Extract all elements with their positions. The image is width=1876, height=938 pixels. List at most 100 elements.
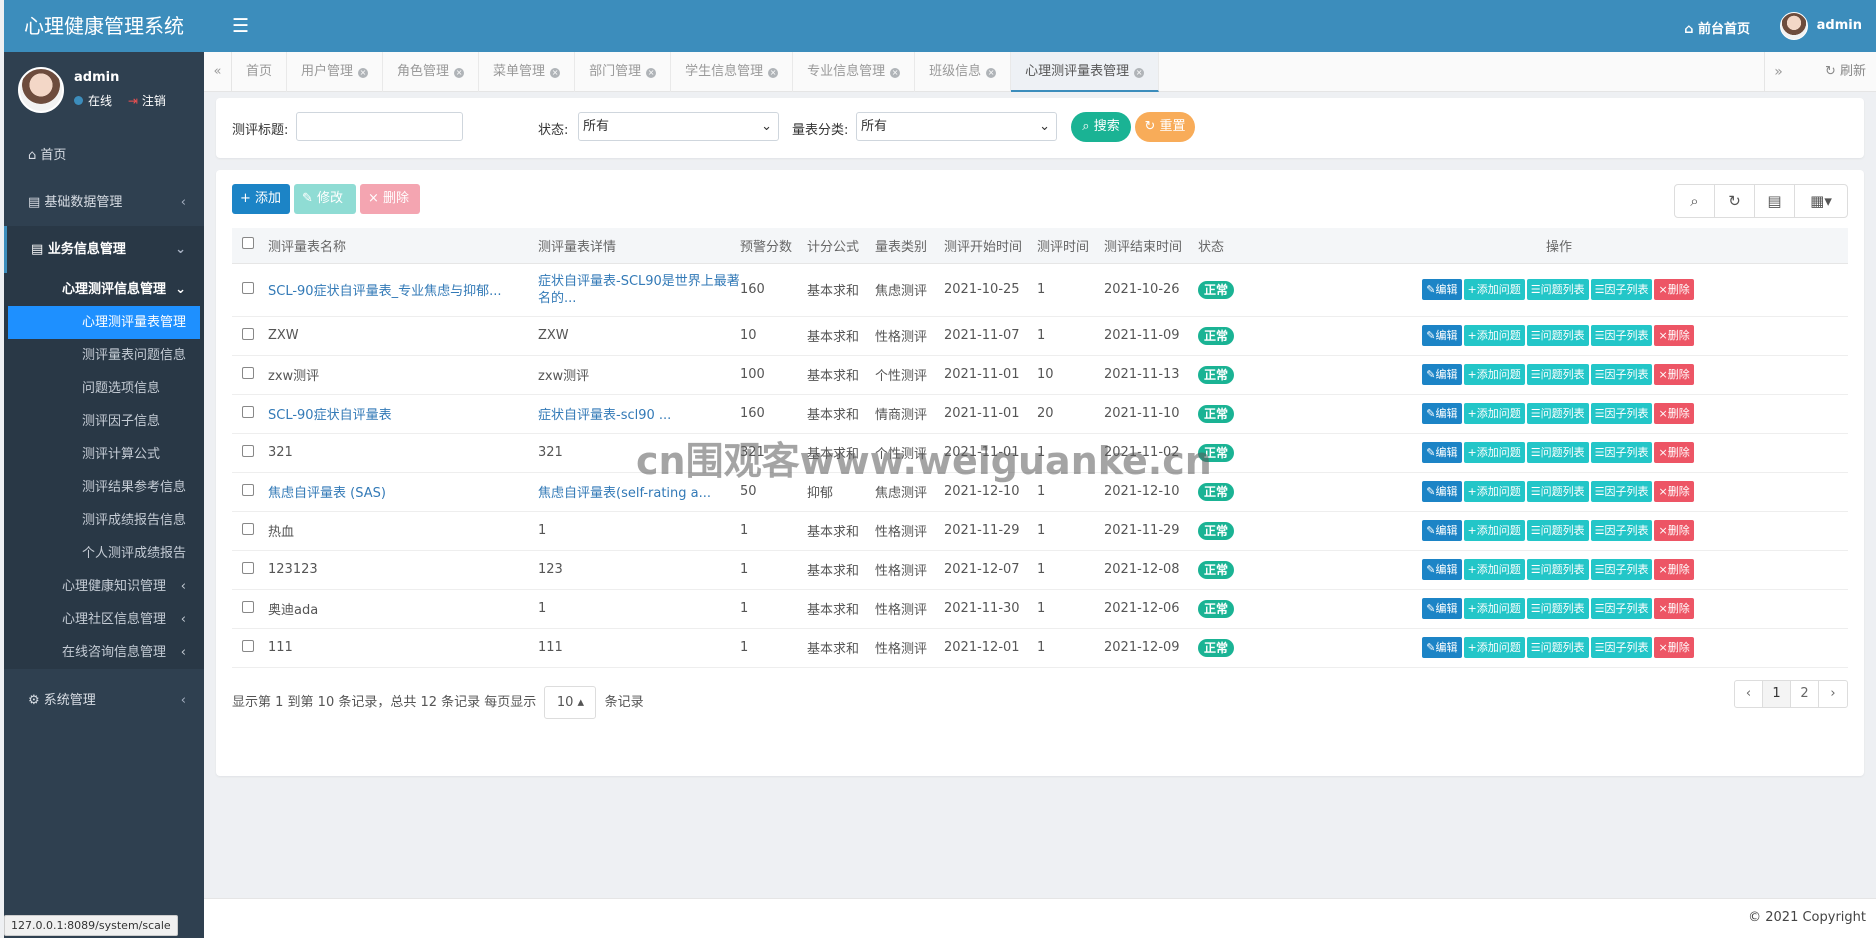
edit-action-button[interactable]: ✎编辑	[1422, 364, 1462, 385]
sidebar-item-personal-reports[interactable]: 个人测评成绩报告	[4, 537, 204, 570]
delete-action-button[interactable]: ×删除	[1654, 520, 1694, 541]
question-list-button[interactable]: ☰问题列表	[1526, 442, 1589, 463]
factor-list-button[interactable]: ☰因子列表	[1590, 325, 1653, 346]
next-page-icon[interactable]: ›	[1819, 681, 1847, 707]
column-header[interactable]: 量表类别	[875, 228, 944, 264]
close-icon[interactable]: ×	[890, 68, 901, 78]
close-icon[interactable]: ×	[454, 68, 465, 78]
row-checkbox-cell[interactable]	[232, 472, 268, 512]
close-icon[interactable]: ×	[986, 68, 997, 78]
factor-list-button[interactable]: ☰因子列表	[1590, 598, 1653, 619]
row-checkbox[interactable]	[242, 639, 254, 652]
tab-major-management[interactable]: 专业信息管理 ×	[793, 52, 916, 92]
column-header[interactable]: 测评时间	[1037, 228, 1104, 264]
column-header[interactable]: 测评开始时间	[944, 228, 1037, 264]
tab-student-management[interactable]: 学生信息管理 ×	[671, 52, 794, 92]
sidebar-item-system[interactable]: ⚙ 系统管理 ‹	[4, 677, 204, 724]
sidebar-item-question-options[interactable]: 问题选项信息	[4, 372, 204, 405]
column-header[interactable]: 计分公式	[807, 228, 875, 264]
select-all-checkbox[interactable]	[232, 228, 268, 264]
add-question-button[interactable]: +添加问题	[1463, 403, 1525, 424]
sidebar-item-scale-management[interactable]: 心理测评量表管理	[8, 306, 200, 339]
table-row[interactable]: SCL-90症状自评量表 症状自评量表-scl90 ... 160 基本求和 情商测评 2…	[232, 394, 1848, 434]
toggle-view-icon[interactable]: ▤	[1755, 185, 1795, 217]
table-row[interactable]: 奥迪ada 1 1 基本求和 性格测评 2021-11-30 1 2021-12-06 正常 ✎编…	[232, 589, 1848, 629]
delete-action-button[interactable]: ×删除	[1654, 364, 1694, 385]
factor-list-button[interactable]: ☰因子列表	[1590, 364, 1653, 385]
row-checkbox[interactable]	[242, 522, 254, 535]
row-checkbox-cell[interactable]	[232, 355, 268, 395]
delete-action-button[interactable]: ×删除	[1654, 481, 1694, 502]
sidebar-item-home[interactable]: ⌂ 首页	[4, 132, 204, 179]
sidebar-item-result-reference[interactable]: 测评结果参考信息	[4, 471, 204, 504]
sidebar-item-knowledge[interactable]: 心理健康知识管理 ‹	[4, 570, 204, 603]
delete-action-button[interactable]: ×删除	[1654, 598, 1694, 619]
add-question-button[interactable]: +添加问题	[1463, 442, 1525, 463]
question-list-button[interactable]: ☰问题列表	[1526, 403, 1589, 424]
tab-role-management[interactable]: 角色管理 ×	[383, 52, 480, 92]
question-list-button[interactable]: ☰问题列表	[1526, 279, 1589, 300]
add-question-button[interactable]: +添加问题	[1463, 325, 1525, 346]
delete-action-button[interactable]: ×删除	[1654, 279, 1694, 300]
edit-action-button[interactable]: ✎编辑	[1422, 442, 1462, 463]
top-avatar[interactable]	[1780, 12, 1808, 40]
close-icon[interactable]: ×	[1134, 68, 1145, 78]
row-checkbox-cell[interactable]	[232, 263, 268, 317]
add-question-button[interactable]: +添加问题	[1463, 598, 1525, 619]
status-select[interactable]: 所有 ⌄	[578, 112, 779, 141]
tabs-next-icon[interactable]: »	[1764, 52, 1792, 92]
sidebar-item-formulas[interactable]: 测评计算公式	[4, 438, 204, 471]
sidebar-item-score-reports[interactable]: 测评成绩报告信息	[4, 504, 204, 537]
refresh-icon[interactable]: ↻	[1715, 185, 1755, 217]
front-home-link[interactable]: ⌂ 前台首页	[1684, 18, 1750, 37]
avatar[interactable]	[18, 67, 64, 113]
page-1[interactable]: 1	[1763, 681, 1791, 707]
delete-action-button[interactable]: ×删除	[1654, 442, 1694, 463]
search-button[interactable]: ⌕ 搜索	[1071, 112, 1131, 142]
menu-toggle-icon[interactable]: ☰	[232, 15, 249, 37]
sidebar-item-community[interactable]: 心理社区信息管理 ‹	[4, 603, 204, 636]
add-question-button[interactable]: +添加问题	[1463, 520, 1525, 541]
sidebar-item-basic-data[interactable]: ▤ 基础数据管理 ‹	[4, 179, 204, 226]
delete-action-button[interactable]: ×删除	[1654, 325, 1694, 346]
column-header[interactable]: 测评量表名称	[268, 228, 538, 264]
page-2[interactable]: 2	[1791, 681, 1819, 707]
columns-icon[interactable]: ▦▾	[1795, 185, 1847, 217]
reset-button[interactable]: ↻ 重置	[1135, 112, 1195, 142]
category-select[interactable]: 所有 ⌄	[856, 112, 1057, 141]
delete-action-button[interactable]: ×删除	[1654, 559, 1694, 580]
row-checkbox[interactable]	[242, 483, 254, 496]
tab-menu-management[interactable]: 菜单管理 ×	[479, 52, 576, 92]
row-checkbox[interactable]	[242, 600, 254, 613]
sidebar-item-scale-questions[interactable]: 测评量表问题信息	[4, 339, 204, 372]
close-icon[interactable]: ×	[646, 68, 657, 78]
close-icon[interactable]: ×	[358, 68, 369, 78]
table-row[interactable]: 111 111 1 基本求和 性格测评 2021-12-01 1 2021-12-09 正常 ✎编…	[232, 628, 1848, 668]
delete-action-button[interactable]: ×删除	[1654, 637, 1694, 658]
title-search-input[interactable]	[296, 112, 463, 141]
factor-list-button[interactable]: ☰因子列表	[1590, 520, 1653, 541]
close-icon[interactable]: ×	[768, 68, 779, 78]
row-checkbox[interactable]	[242, 405, 254, 418]
tabs-prev-icon[interactable]: «	[204, 52, 232, 92]
add-question-button[interactable]: +添加问题	[1463, 279, 1525, 300]
logout-icon[interactable]: ⇥	[128, 94, 138, 108]
edit-action-button[interactable]: ✎编辑	[1422, 481, 1462, 502]
tab-user-management[interactable]: 用户管理 ×	[287, 52, 384, 92]
edit-button[interactable]: ✎ 修改	[294, 184, 356, 214]
logout-link[interactable]: 注销	[142, 94, 166, 108]
factor-list-button[interactable]: ☰因子列表	[1590, 279, 1653, 300]
column-header[interactable]: 测评量表详情	[538, 228, 740, 264]
row-checkbox-cell[interactable]	[232, 511, 268, 551]
previous-page-icon[interactable]: ‹	[1735, 681, 1763, 707]
table-row[interactable]: 123123 123 1 基本求和 性格测评 2021-12-07 1 2021-12-08 正…	[232, 550, 1848, 590]
factor-list-button[interactable]: ☰因子列表	[1590, 559, 1653, 580]
row-checkbox-cell[interactable]	[232, 550, 268, 590]
row-checkbox-cell[interactable]	[232, 316, 268, 356]
column-header[interactable]: 预警分数	[740, 228, 807, 264]
tab-scale-management[interactable]: 心理测评量表管理 ×	[1011, 52, 1160, 92]
table-row[interactable]: SCL-90症状自评量表_专业焦虑与抑郁... 症状自评量表-SCL90是世界上最…	[232, 263, 1848, 317]
row-checkbox-cell[interactable]	[232, 433, 268, 473]
table-row[interactable]: ZXW ZXW 10 基本求和 性格测评 2021-11-07 1 2021-11-09 正常 ✎…	[232, 316, 1848, 356]
factor-list-button[interactable]: ☰因子列表	[1590, 481, 1653, 502]
